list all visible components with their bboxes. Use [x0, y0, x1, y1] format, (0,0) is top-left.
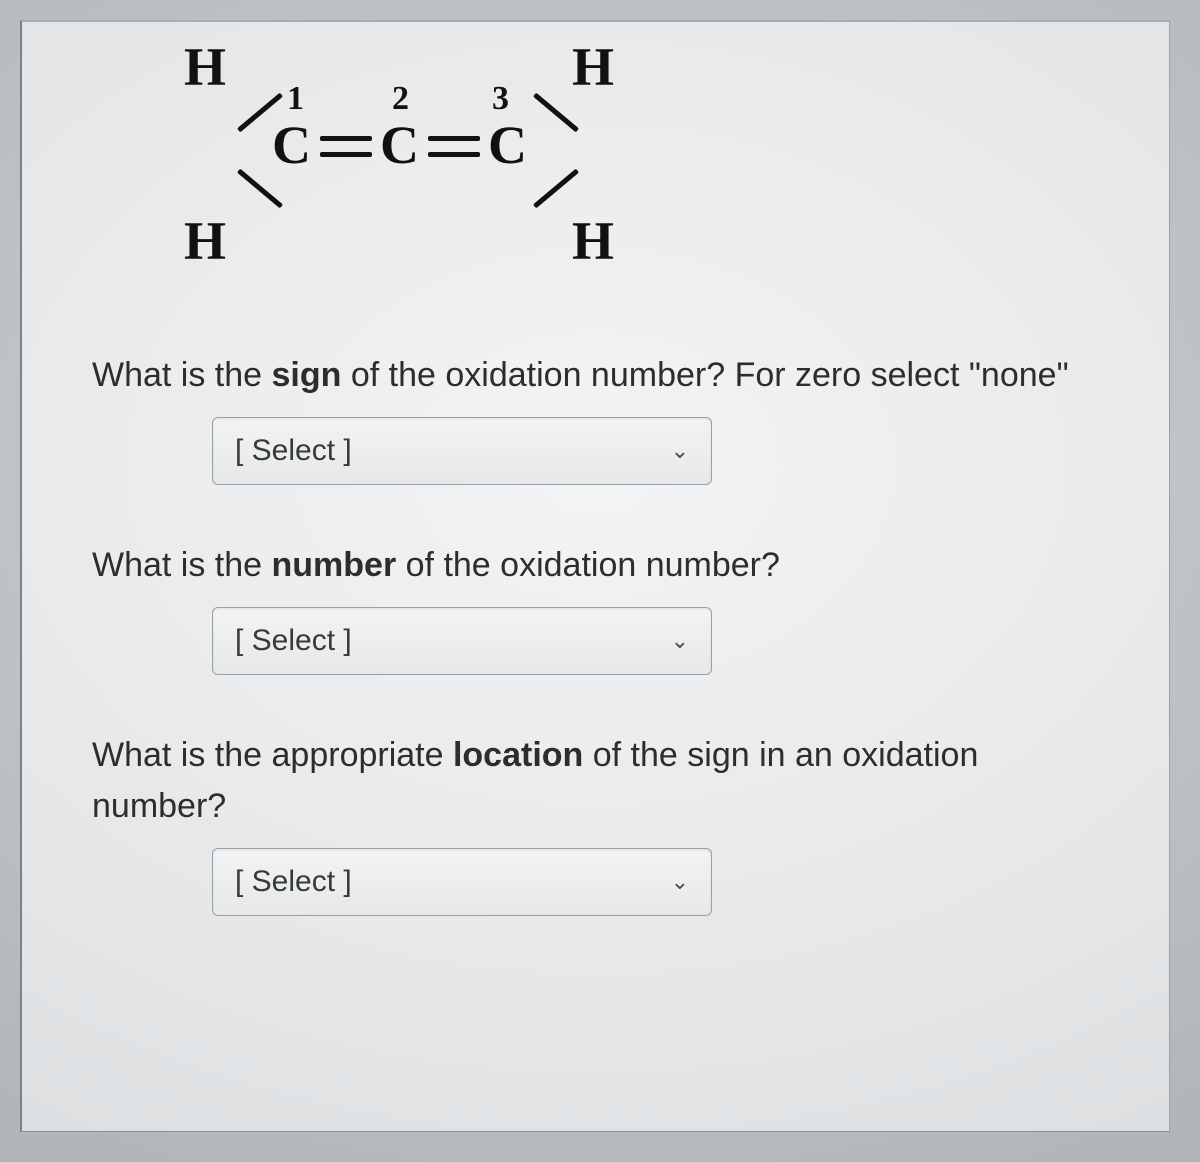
question-sign-text: What is the sign of the oxidation number…	[92, 350, 1109, 401]
select-location[interactable]: [ Select ] ⌄	[212, 848, 712, 916]
q3-bold: location	[453, 736, 583, 774]
question-number-text: What is the number of the oxidation numb…	[92, 540, 1109, 591]
q2-pre: What is the	[92, 546, 272, 584]
carbon-2: C	[380, 114, 419, 176]
carbon-3: C	[488, 114, 527, 176]
question-location-text: What is the appropriate location of the …	[92, 730, 1109, 832]
carbon-number-2: 2	[392, 80, 409, 118]
q1-post: of the oxidation number? For zero select…	[341, 356, 1068, 394]
carbon-number-1: 1	[287, 80, 304, 118]
q2-post: of the oxidation number?	[396, 546, 780, 584]
question-block-sign: What is the sign of the oxidation number…	[92, 350, 1109, 485]
q2-bold: number	[272, 546, 397, 584]
select-sign[interactable]: [ Select ] ⌄	[212, 417, 712, 485]
hydrogen-top-left: H	[184, 36, 226, 98]
q1-pre: What is the	[92, 356, 272, 394]
select-sign-placeholder: [ Select ]	[235, 434, 352, 468]
q3-pre: What is the appropriate	[92, 736, 453, 774]
chevron-down-icon: ⌄	[671, 628, 689, 654]
hydrogen-bottom-right: H	[572, 210, 614, 272]
select-number-placeholder: [ Select ]	[235, 624, 352, 658]
double-bond-2-top	[428, 136, 480, 141]
double-bond-1-bottom	[320, 152, 372, 157]
double-bond-1-top	[320, 136, 372, 141]
select-number[interactable]: [ Select ] ⌄	[212, 607, 712, 675]
double-bond-2-bottom	[428, 152, 480, 157]
hydrogen-top-right: H	[572, 36, 614, 98]
molecule-diagram: 1 2 3 C C C H H H H	[132, 50, 652, 300]
question-block-number: What is the number of the oxidation numb…	[92, 540, 1109, 675]
select-location-placeholder: [ Select ]	[235, 865, 352, 899]
hydrogen-bottom-left: H	[184, 210, 226, 272]
carbon-1: C	[272, 114, 311, 176]
chevron-down-icon: ⌄	[671, 438, 689, 464]
question-block-location: What is the appropriate location of the …	[92, 730, 1109, 916]
bond-c3-h-bottom	[533, 169, 579, 209]
q1-bold: sign	[272, 356, 342, 394]
chevron-down-icon: ⌄	[671, 869, 689, 895]
content-card: 1 2 3 C C C H H H H What is the sign of …	[20, 20, 1170, 1132]
bond-c3-h-top	[533, 93, 579, 133]
carbon-number-3: 3	[492, 80, 509, 118]
screen-frame: 1 2 3 C C C H H H H What is the sign of …	[0, 0, 1200, 1162]
